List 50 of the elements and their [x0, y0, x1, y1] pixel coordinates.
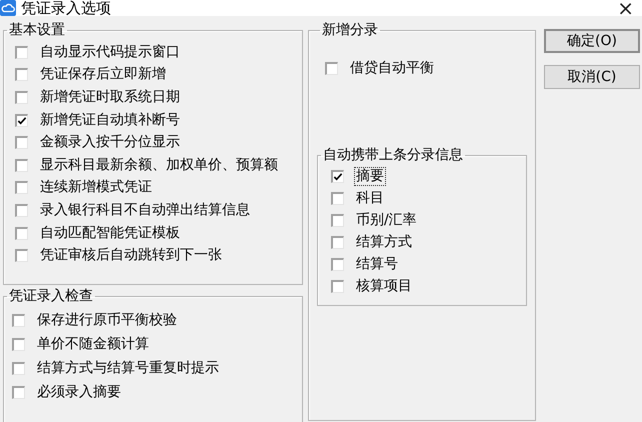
checkbox[interactable] [331, 214, 344, 226]
checkbox-label[interactable]: 录入银行科目不自动弹出结算信息 [38, 200, 252, 220]
checkbox[interactable] [325, 62, 338, 75]
checkbox[interactable] [331, 192, 344, 204]
group-title: 凭证录入检查 [8, 287, 94, 305]
checkbox-label[interactable]: 币别/汇率 [354, 210, 419, 230]
checkbox[interactable] [331, 258, 344, 270]
checkbox-label[interactable]: 结算方式 [354, 232, 414, 252]
checkbox[interactable] [331, 170, 344, 182]
checkbox-label[interactable]: 必须录入摘要 [35, 382, 123, 402]
checkbox[interactable] [15, 249, 28, 262]
checkbox-label[interactable]: 金额录入按千分位显示 [38, 133, 182, 152]
ok-button[interactable]: 确定(O) [544, 29, 640, 53]
checkbox[interactable] [331, 280, 344, 292]
checkbox-label[interactable]: 新增凭证时取系统日期 [38, 88, 182, 107]
checkbox[interactable] [331, 236, 344, 248]
checkbox[interactable] [12, 386, 25, 398]
group-title: 自动携带上条分录信息 [322, 146, 464, 164]
checkbox-label[interactable]: 连续新增模式凭证 [38, 178, 154, 198]
checkbox-label[interactable]: 新增凭证自动填补断号 [38, 110, 182, 130]
checkbox-label[interactable]: 保存进行原币平衡校验 [35, 310, 179, 330]
checkbox[interactable] [15, 136, 28, 150]
checkbox[interactable] [12, 314, 25, 326]
close-button[interactable]: × [609, 0, 642, 16]
checkbox-label[interactable]: 凭证审核后自动跳转到下一张 [38, 246, 224, 266]
checkbox-label[interactable]: 显示科目最新余额、加权单价、预算额 [38, 156, 280, 175]
checkbox[interactable] [15, 114, 28, 127]
checkbox[interactable] [15, 226, 28, 240]
checkbox[interactable] [12, 362, 25, 374]
checkbox-label[interactable]: 结算号 [354, 254, 400, 274]
checkbox-label[interactable]: 科目 [354, 188, 386, 208]
checkbox[interactable] [12, 338, 25, 350]
checkbox[interactable] [15, 68, 28, 82]
group-title: 基本设置 [8, 21, 66, 39]
checkbox[interactable] [15, 158, 28, 172]
checkbox[interactable] [15, 181, 28, 194]
checkbox-label[interactable]: 核算项目 [354, 276, 414, 296]
checkbox-label[interactable]: 凭证保存后立即新增 [38, 65, 168, 84]
checkbox[interactable] [15, 204, 28, 217]
cancel-button[interactable]: 取消(C) [544, 65, 640, 89]
group-title: 新增分录 [321, 21, 379, 39]
checkbox-label[interactable]: 摘要 [354, 166, 386, 186]
checkbox[interactable] [15, 46, 28, 59]
checkbox-label[interactable]: 借贷自动平衡 [348, 59, 436, 78]
window-title: 凭证录入选项 [21, 0, 111, 16]
checkbox-label[interactable]: 自动显示代码提示窗口 [38, 42, 182, 62]
checkbox-label[interactable]: 自动匹配智能凭证模板 [38, 224, 182, 243]
checkbox[interactable] [15, 90, 28, 104]
checkbox-label[interactable]: 结算方式与结算号重复时提示 [35, 358, 221, 378]
checkbox-label[interactable]: 单价不随金额计算 [35, 334, 151, 354]
